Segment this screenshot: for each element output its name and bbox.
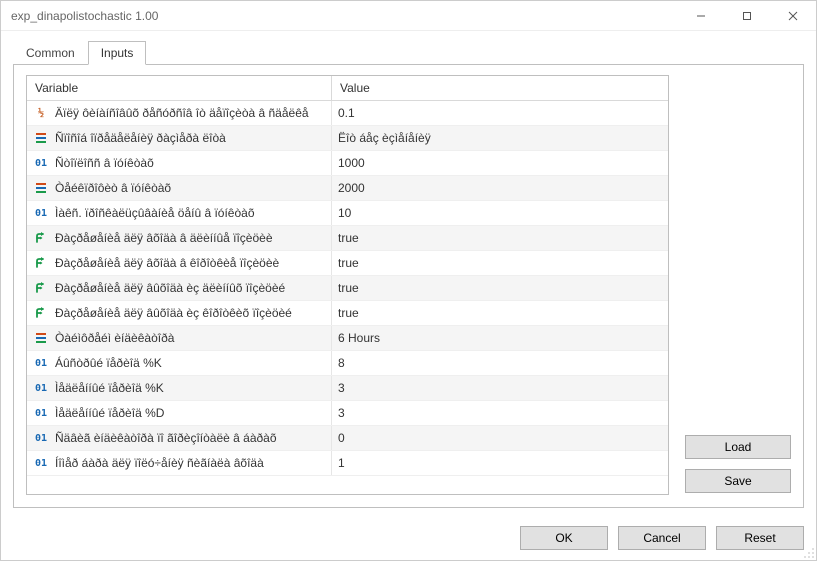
integer-icon: 01 (33, 205, 49, 221)
table-row[interactable]: 01 Ìåäëåííûé ïåðèîä %K 3 (27, 376, 668, 401)
cell-value[interactable]: 10 (332, 201, 668, 225)
variable-label: Ñòîïëîññ â ïóíêòàõ (55, 156, 154, 170)
cell-value[interactable]: 3 (332, 376, 668, 400)
enum-icon (33, 330, 49, 346)
variable-label: Ìåäëåííûé ïåðèîä %K (55, 381, 164, 395)
cell-value[interactable]: true (332, 251, 668, 275)
table-row[interactable]: Òåéêïðîôèò â ïóíêòàõ 2000 (27, 176, 668, 201)
table-row[interactable]: 01 Ìàêñ. ïðîñêàëüçûâàíèå öåíû â ïóíêòàõ 10 (27, 201, 668, 226)
cell-variable: Ðàçðåøåíèå äëÿ âûõîäà èç äëèííûõ ïîçèöèé (27, 276, 332, 300)
boolean-icon (33, 230, 49, 246)
table-body: ½ Äïëÿ ôèíàíñîâûõ ðåñóðñîâ îò äåïîçèòà â … (27, 101, 668, 494)
cell-variable: 01 Ñòîïëîññ â ïóíêòàõ (27, 151, 332, 175)
cell-value[interactable]: 3 (332, 401, 668, 425)
tab-panel-inputs: Variable Value ½ Äïëÿ ôèíàíñîâûõ ðåñóðñîâ… (13, 64, 804, 508)
variable-label: Äïëÿ ôèíàíñîâûõ ðåñóðñîâ îò äåïîçèòà â ñ… (55, 106, 309, 120)
tab-common[interactable]: Common (13, 41, 88, 65)
integer-icon: 01 (33, 380, 49, 396)
integer-icon: 01 (33, 155, 49, 171)
reset-button[interactable]: Reset (716, 526, 804, 550)
cell-value[interactable]: Ëîò áåç èçìåíåíèÿ (332, 126, 668, 150)
fraction-icon: ½ (33, 105, 49, 121)
cell-value[interactable]: true (332, 226, 668, 250)
variable-label: Ñïîñîá îïðåäåëåíèÿ ðàçìåðà ëîòà (55, 131, 226, 145)
cell-value[interactable]: 1000 (332, 151, 668, 175)
table-header: Variable Value (27, 76, 668, 101)
cell-variable: Òåéêïðîôèò â ïóíêòàõ (27, 176, 332, 200)
cell-variable: 01 Ìåäëåííûé ïåðèîä %K (27, 376, 332, 400)
minimize-button[interactable] (678, 1, 724, 31)
save-button[interactable]: Save (685, 469, 791, 493)
cell-variable: 01 Ìàêñ. ïðîñêàëüçûâàíèå öåíû â ïóíêòàõ (27, 201, 332, 225)
dialog-body: Common Inputs Variable Value ½ Äïëÿ ôèíàí… (1, 31, 816, 516)
cell-variable: 01 Áûñòðûé ïåðèîä %K (27, 351, 332, 375)
table-row[interactable]: 01 Ñäâèã èíäèêàòîðà ïî ãîðèçîíòàëè â áàðà… (27, 426, 668, 451)
cell-variable: Ñïîñîá îïðåäåëåíèÿ ðàçìåðà ëîòà (27, 126, 332, 150)
cell-variable: ½ Äïëÿ ôèíàíñîâûõ ðåñóðñîâ îò äåïîçèòà â … (27, 101, 332, 125)
table-row[interactable]: Ðàçðåøåíèå äëÿ âõîäà â äëèííûå ïîçèöèè tr… (27, 226, 668, 251)
variable-label: Ðàçðåøåíèå äëÿ âõîäà â äëèííûå ïîçèöèè (55, 231, 273, 245)
integer-icon: 01 (33, 455, 49, 471)
titlebar: exp_dinapolistochastic 1.00 (1, 1, 816, 31)
enum-icon (33, 180, 49, 196)
variable-label: Ñäâèã èíäèêàòîðà ïî ãîðèçîíòàëè â áàðàõ (55, 431, 277, 445)
cell-variable: Òàéìôðåéì èíäèêàòîðà (27, 326, 332, 350)
table-row[interactable]: Òàéìôðåéì èíäèêàòîðà 6 Hours (27, 326, 668, 351)
integer-icon: 01 (33, 430, 49, 446)
variable-label: Ìàêñ. ïðîñêàëüçûâàíèå öåíû â ïóíêòàõ (55, 206, 255, 220)
table-row[interactable]: 01 Íîìåð áàðà äëÿ ïîëó÷åíèÿ ñèãíàëà âõîäà… (27, 451, 668, 476)
table-row[interactable]: Ðàçðåøåíèå äëÿ âõîäà â êîðîòêèå ïîçèöèè t… (27, 251, 668, 276)
boolean-icon (33, 255, 49, 271)
variable-label: Ðàçðåøåíèå äëÿ âõîäà â êîðîòêèå ïîçèöèè (55, 256, 279, 270)
col-header-value[interactable]: Value (332, 76, 668, 100)
table-row[interactable]: Ðàçðåøåíèå äëÿ âûõîäà èç êîðîòêèõ ïîçèöè… (27, 301, 668, 326)
load-button[interactable]: Load (685, 435, 791, 459)
variable-label: Òåéêïðîôèò â ïóíêòàõ (55, 181, 171, 195)
table-row[interactable]: 01 Ñòîïëîññ â ïóíêòàõ 1000 (27, 151, 668, 176)
variable-label: Ðàçðåøåíèå äëÿ âûõîäà èç äëèííûõ ïîçèöèé (55, 281, 285, 295)
cell-variable: Ðàçðåøåíèå äëÿ âõîäà â êîðîòêèå ïîçèöèè (27, 251, 332, 275)
table-row[interactable]: Ñïîñîá îïðåäåëåíèÿ ðàçìåðà ëîòà Ëîò áåç è… (27, 126, 668, 151)
window-title: exp_dinapolistochastic 1.00 (1, 9, 678, 23)
cell-value[interactable]: true (332, 276, 668, 300)
variable-label: Ðàçðåøåíèå äëÿ âûõîäà èç êîðîòêèõ ïîçèöè… (55, 306, 292, 320)
resize-grip-icon[interactable] (803, 547, 815, 559)
dialog-footer: OK Cancel Reset (1, 516, 816, 560)
boolean-icon (33, 280, 49, 296)
cell-variable: 01 Íîìåð áàðà äëÿ ïîëó÷åíèÿ ñèãíàëà âõîäà (27, 451, 332, 475)
cell-variable: 01 Ñäâèã èíäèêàòîðà ïî ãîðèçîíòàëè â áàðà… (27, 426, 332, 450)
table-row[interactable]: 01 Ìåäëåííûé ïåðèîä %D 3 (27, 401, 668, 426)
cell-value[interactable]: 0.1 (332, 101, 668, 125)
variable-label: Íîìåð áàðà äëÿ ïîëó÷åíèÿ ñèãíàëà âõîäà (55, 456, 264, 470)
variable-label: Òàéìôðåéì èíäèêàòîðà (55, 331, 174, 345)
cell-variable: Ðàçðåøåíèå äëÿ âûõîäà èç êîðîòêèõ ïîçèöè… (27, 301, 332, 325)
table-row[interactable]: ½ Äïëÿ ôèíàíñîâûõ ðåñóðñîâ îò äåïîçèòà â … (27, 101, 668, 126)
boolean-icon (33, 305, 49, 321)
cell-value[interactable]: 2000 (332, 176, 668, 200)
enum-icon (33, 130, 49, 146)
cell-value[interactable]: 0 (332, 426, 668, 450)
col-header-variable[interactable]: Variable (27, 76, 332, 100)
cell-value[interactable]: 1 (332, 451, 668, 475)
maximize-button[interactable] (724, 1, 770, 31)
table-row[interactable]: 01 Áûñòðûé ïåðèîä %K 8 (27, 351, 668, 376)
cell-variable: Ðàçðåøåíèå äëÿ âõîäà â äëèííûå ïîçèöèè (27, 226, 332, 250)
side-buttons: Load Save (685, 75, 791, 495)
dialog-window: exp_dinapolistochastic 1.00 Common Input… (0, 0, 817, 561)
close-button[interactable] (770, 1, 816, 31)
cell-value[interactable]: 8 (332, 351, 668, 375)
tab-strip: Common Inputs (13, 41, 804, 65)
variable-label: Ìåäëåííûé ïåðèîä %D (55, 406, 164, 420)
variable-label: Áûñòðûé ïåðèîä %K (55, 356, 162, 370)
cancel-button[interactable]: Cancel (618, 526, 706, 550)
integer-icon: 01 (33, 405, 49, 421)
tab-inputs[interactable]: Inputs (88, 41, 147, 65)
ok-button[interactable]: OK (520, 526, 608, 550)
integer-icon: 01 (33, 355, 49, 371)
table-row[interactable]: Ðàçðåøåíèå äëÿ âûõîäà èç äëèííûõ ïîçèöèé… (27, 276, 668, 301)
cell-value[interactable]: true (332, 301, 668, 325)
inputs-table: Variable Value ½ Äïëÿ ôèíàíñîâûõ ðåñóðñîâ… (26, 75, 669, 495)
cell-value[interactable]: 6 Hours (332, 326, 668, 350)
cell-variable: 01 Ìåäëåííûé ïåðèîä %D (27, 401, 332, 425)
